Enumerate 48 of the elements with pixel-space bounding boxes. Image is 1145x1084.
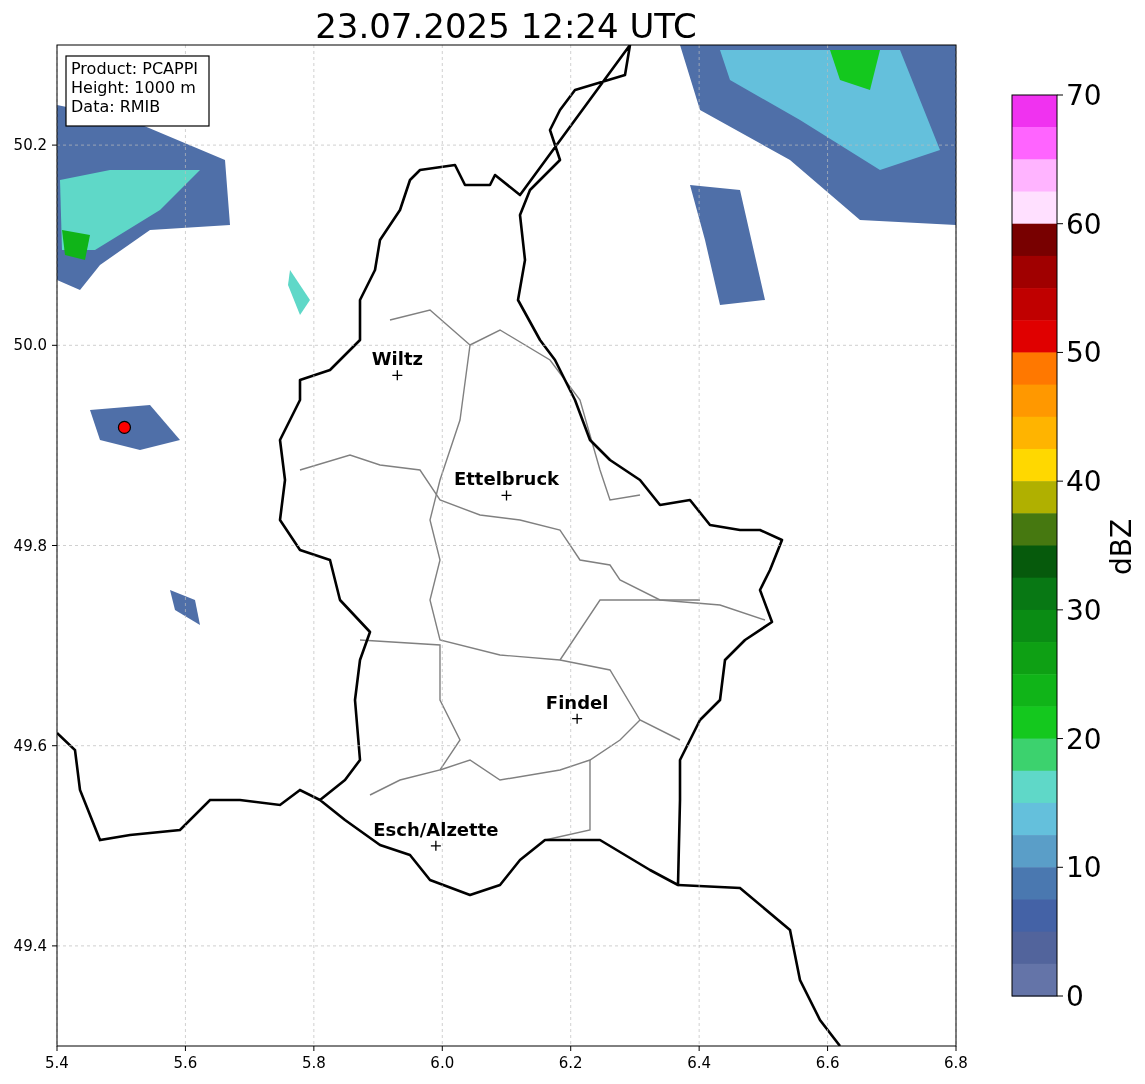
colorbar-tick: 20 bbox=[1056, 722, 1102, 756]
y-axis-tick: 49.4 bbox=[13, 936, 58, 955]
y-axis-tick: 49.6 bbox=[13, 736, 58, 755]
x-axis-tick: 5.8 bbox=[301, 1045, 326, 1072]
y-axis-tick: 49.8 bbox=[13, 536, 58, 555]
x-tick-label: 5.6 bbox=[173, 1054, 198, 1072]
x-tick-label: 6.4 bbox=[687, 1054, 712, 1072]
colorbar-tick: 40 bbox=[1056, 465, 1102, 499]
colorbar-tick: 30 bbox=[1056, 593, 1102, 627]
y-tick-label: 49.4 bbox=[13, 936, 47, 955]
city-label: Esch/Alzette bbox=[373, 818, 499, 840]
city-marker bbox=[391, 369, 403, 381]
colorbar-tick: 0 bbox=[1056, 980, 1084, 1013]
x-tick-label: 5.8 bbox=[301, 1054, 326, 1072]
x-tick-label: 6.8 bbox=[944, 1054, 968, 1072]
city-label: Ettelbruck bbox=[453, 468, 560, 490]
x-tick-label: 5.4 bbox=[45, 1054, 69, 1072]
x-tick-label: 6.6 bbox=[815, 1054, 840, 1072]
y-axis-tick: 50.0 bbox=[13, 336, 58, 355]
x-axis-tick: 6.0 bbox=[430, 1045, 455, 1072]
x-axis-tick: 5.6 bbox=[173, 1045, 198, 1072]
y-tick-label: 49.8 bbox=[13, 536, 47, 555]
info-text: Product: PCAPPI bbox=[71, 59, 198, 78]
info-text: Height: 1000 m bbox=[71, 78, 196, 97]
info-text: Data: RMIB bbox=[71, 97, 161, 116]
x-axis-tick: 6.6 bbox=[815, 1045, 840, 1072]
city-marker bbox=[500, 489, 513, 502]
x-axis-tick: 5.4 bbox=[45, 1045, 69, 1072]
colorbar-tick: 60 bbox=[1056, 207, 1102, 241]
chart-title: 23.07.2025 12:24 UTC bbox=[315, 6, 697, 46]
x-axis-tick: 6.4 bbox=[687, 1045, 712, 1072]
y-tick-label: 50.2 bbox=[13, 136, 47, 155]
city-label: Wiltz bbox=[371, 348, 423, 370]
y-axis-tick: 50.2 bbox=[13, 136, 58, 155]
x-axis-tick: 6.8 bbox=[944, 1045, 968, 1072]
x-tick-label: 6.0 bbox=[430, 1054, 455, 1072]
y-tick-label: 49.6 bbox=[13, 736, 47, 755]
city-label: Findel bbox=[545, 691, 609, 713]
colorbar-tick: 70 bbox=[1056, 79, 1102, 112]
x-tick-label: 6.2 bbox=[558, 1054, 583, 1072]
colorbar-tick: 50 bbox=[1056, 336, 1102, 370]
colorbar-label: dBZ bbox=[1105, 518, 1138, 576]
colorbar-tick: 10 bbox=[1056, 851, 1102, 885]
x-axis-tick: 6.2 bbox=[558, 1045, 583, 1072]
radar-site-marker bbox=[117, 420, 132, 434]
city-marker bbox=[571, 713, 583, 725]
city-marker bbox=[430, 840, 442, 852]
y-tick-label: 50.0 bbox=[13, 336, 47, 355]
